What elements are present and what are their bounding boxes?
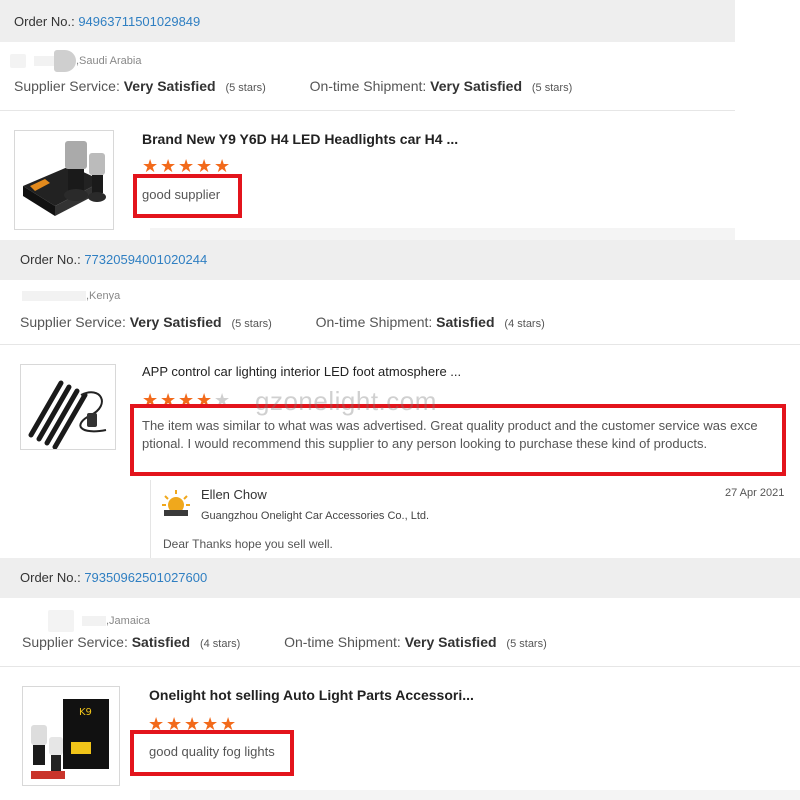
shipment-value: Very Satisfied — [404, 634, 497, 650]
star-icon: ★ — [142, 156, 159, 176]
buyer-info: ,Kenya — [22, 290, 120, 302]
buyer-name-redacted — [82, 616, 106, 626]
shipment-label: On-time Shipment: — [309, 78, 427, 94]
star-icon: ★ — [214, 156, 231, 176]
order-number-link[interactable]: 79350962501027600 — [84, 570, 207, 585]
card-footer — [150, 790, 800, 800]
seller-company: Guangzhou Onelight Car Accessories Co., … — [201, 510, 430, 522]
shipment-stars: (5 stars) — [531, 82, 573, 94]
divider — [0, 666, 800, 667]
supplier-service-value: Very Satisfied — [129, 314, 222, 330]
buyer-name-redacted — [34, 56, 54, 66]
order-card-3: Order No.: 79350962501027600 ,Jamaica Su… — [0, 558, 800, 800]
product-title-link[interactable]: APP control car lighting interior LED fo… — [142, 364, 461, 379]
supplier-service-label: Supplier Service: — [22, 634, 128, 650]
seller-name: Ellen Chow — [201, 487, 267, 502]
buyer-info: ,Saudi Arabia — [10, 50, 141, 72]
led-strip-image — [28, 380, 107, 449]
buyer-name-redacted — [22, 291, 86, 301]
order-number-link[interactable]: 77320594001020244 — [84, 252, 207, 267]
product-title-link[interactable]: Brand New Y9 Y6D H4 LED Headlights car H… — [142, 131, 458, 147]
buyer-avatar-redacted — [54, 50, 76, 72]
review-highlight-box — [133, 174, 242, 218]
ratings-row: Supplier Service: Very Satisfied (5 star… — [14, 78, 572, 94]
order-card-2: Order No.: 77320594001020244 ,Kenya Supp… — [0, 240, 800, 558]
divider — [0, 110, 735, 111]
sun-logo-icon — [162, 490, 190, 516]
product-title-link[interactable]: Onelight hot selling Auto Light Parts Ac… — [149, 687, 474, 703]
divider — [0, 344, 800, 345]
shipment-label: On-time Shipment: — [284, 634, 401, 650]
buyer-country: ,Kenya — [86, 290, 121, 302]
shipment-stars: (5 stars) — [506, 638, 547, 650]
buyer-flag — [48, 610, 74, 632]
supplier-service-stars: (4 stars) — [199, 638, 241, 650]
shipment-label: On-time Shipment: — [315, 314, 433, 330]
buyer-flag — [10, 54, 26, 68]
buyer-info: ,Jamaica — [48, 610, 150, 632]
order-label: Order No.: — [14, 14, 75, 29]
shipment-value: Very Satisfied — [430, 78, 522, 94]
supplier-service-stars: (5 stars) — [231, 318, 272, 330]
order-label: Order No.: — [20, 570, 81, 585]
ratings-row: Supplier Service: Very Satisfied (5 star… — [20, 314, 545, 330]
product-thumbnail[interactable] — [14, 130, 114, 230]
order-number-link[interactable]: 94963711501029849 — [78, 14, 200, 29]
star-icon: ★ — [178, 156, 195, 176]
seller-reply: Ellen Chow Guangzhou Onelight Car Access… — [150, 480, 790, 558]
supplier-service-value: Very Satisfied — [123, 78, 216, 94]
order-card-1: Order No.: 94963711501029849 ,Saudi Arab… — [0, 0, 735, 240]
headlight-kit-image — [23, 141, 106, 216]
review-highlight-box — [130, 730, 294, 776]
ratings-row: Supplier Service: Satisfied (4 stars) On… — [22, 634, 547, 650]
supplier-service-label: Supplier Service: — [20, 314, 126, 330]
shipment-stars: (4 stars) — [504, 318, 545, 330]
svg-text:K9: K9 — [79, 707, 92, 718]
shipment-value: Satisfied — [436, 314, 495, 330]
supplier-service-value: Satisfied — [131, 634, 191, 650]
buyer-country: ,Jamaica — [106, 615, 151, 627]
order-label: Order No.: — [20, 252, 81, 267]
reply-date: 27 Apr 2021 — [725, 487, 785, 499]
review-stars: ★ ★ ★ ★ ★ — [142, 156, 231, 176]
product-thumbnail[interactable]: K9 — [22, 686, 120, 786]
supplier-service-stars: (5 stars) — [225, 82, 266, 94]
reply-text: Dear Thanks hope you sell well. — [163, 537, 333, 551]
review-highlight-box — [130, 404, 786, 476]
order-header: Order No.: 79350962501027600 — [0, 558, 800, 598]
seller-logo — [161, 488, 191, 518]
product-thumbnail[interactable] — [20, 364, 116, 450]
watermark: gzonelight.com — [255, 386, 437, 416]
supplier-service-label: Supplier Service: — [14, 78, 120, 94]
buyer-country: ,Saudi Arabia — [76, 55, 142, 67]
fog-light-kit-image: K9 — [31, 699, 109, 779]
order-header: Order No.: 94963711501029849 — [0, 0, 735, 42]
star-icon: ★ — [196, 156, 213, 176]
order-header: Order No.: 77320594001020244 — [0, 240, 800, 280]
card-footer — [150, 228, 735, 240]
star-icon: ★ — [160, 156, 177, 176]
